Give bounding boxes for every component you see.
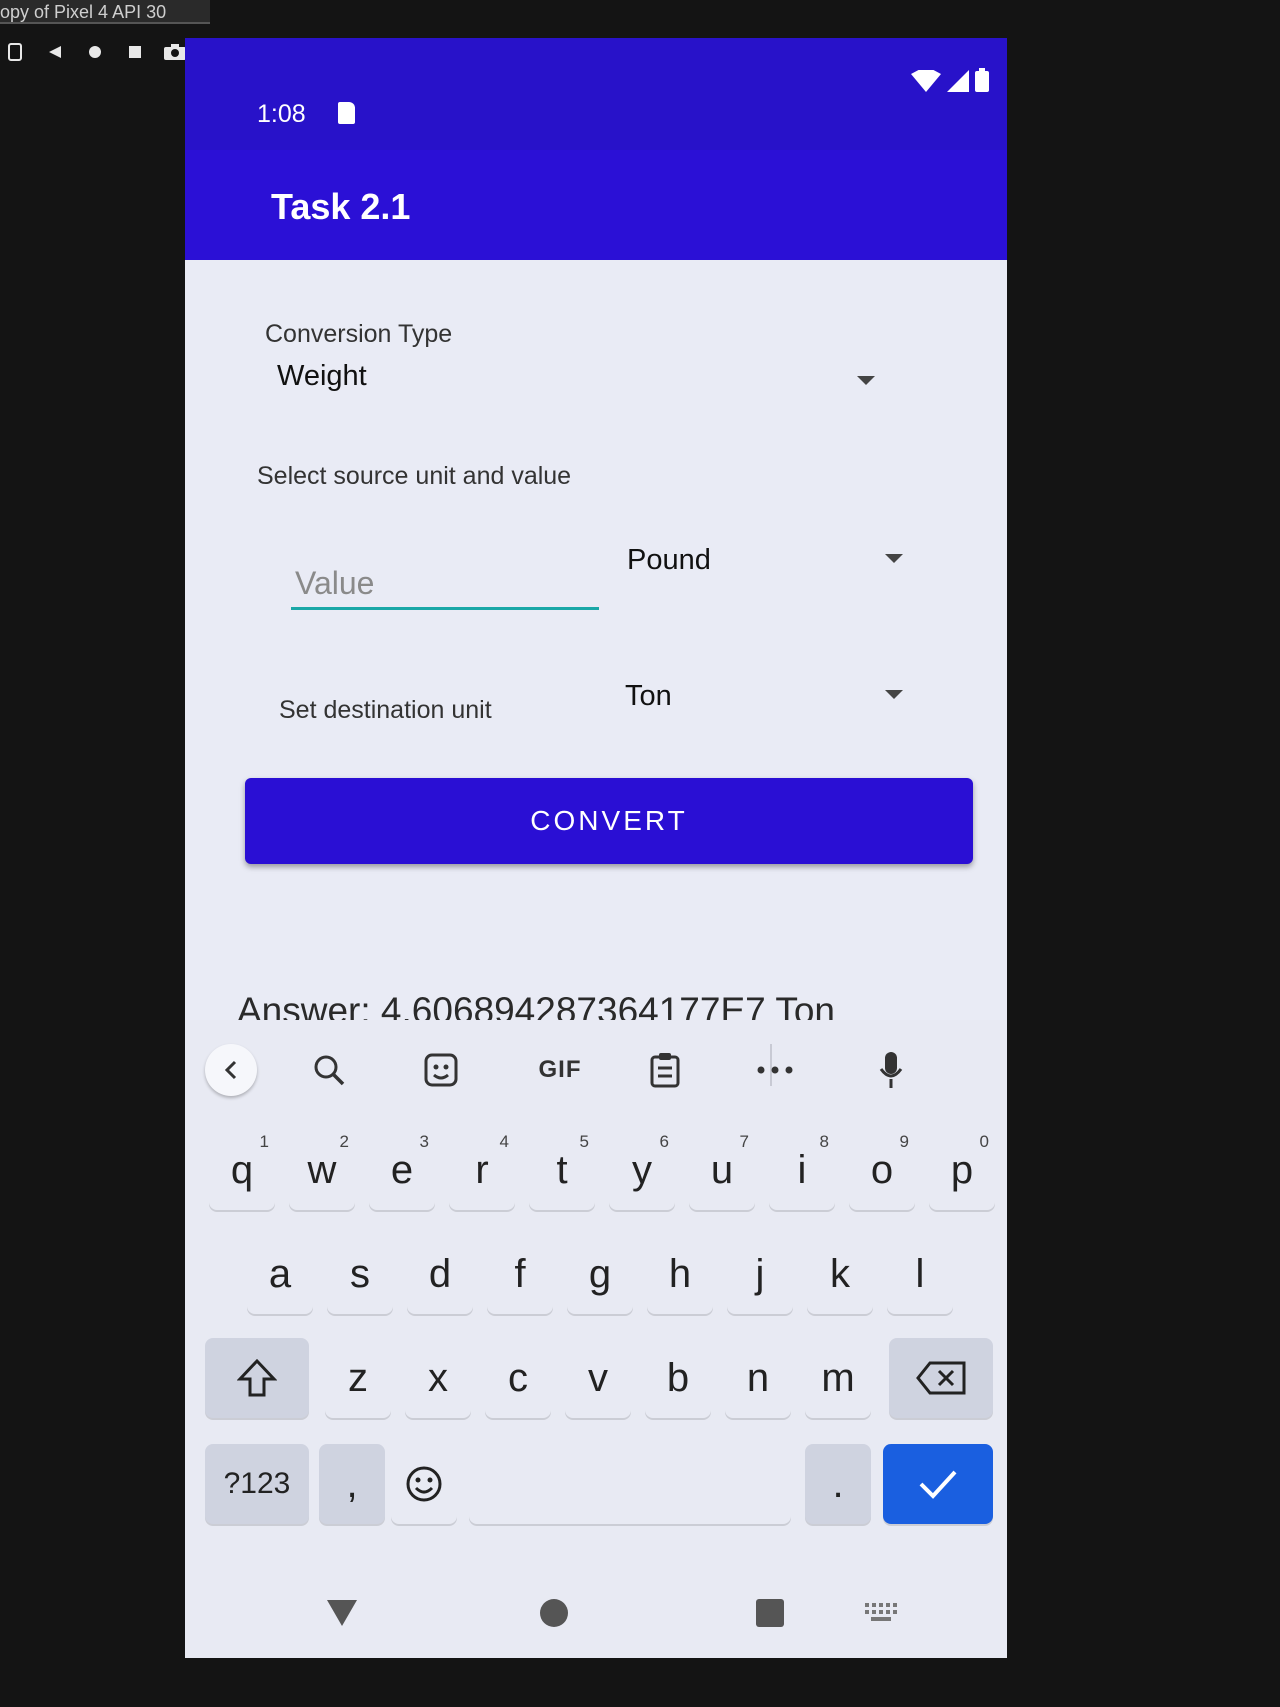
destination-unit-select[interactable]: Ton xyxy=(625,680,672,713)
key-n[interactable]: n xyxy=(725,1338,791,1418)
key-f[interactable]: f xyxy=(487,1234,553,1314)
key-label: w xyxy=(307,1147,337,1192)
key-k[interactable]: k xyxy=(807,1234,873,1314)
space-key[interactable] xyxy=(469,1444,791,1524)
key-q[interactable]: q1 xyxy=(209,1130,275,1210)
symbols-key[interactable]: ?123 xyxy=(205,1444,309,1524)
key-h[interactable]: h xyxy=(647,1234,713,1314)
key-x[interactable]: x xyxy=(405,1338,471,1418)
key-l[interactable]: l xyxy=(887,1234,953,1314)
key-hint: 9 xyxy=(899,1132,909,1151)
key-label: r xyxy=(475,1147,489,1192)
shift-icon xyxy=(237,1358,277,1397)
power-icon[interactable] xyxy=(2,39,28,65)
key-hint: 5 xyxy=(579,1132,589,1151)
phone-screen: 1:08 Task 2.1 Conversion Type Weight Sel… xyxy=(185,38,1007,1658)
backspace-icon xyxy=(916,1361,966,1395)
emulator-title: opy of Pixel 4 API 30 xyxy=(0,0,210,24)
key-label: u xyxy=(710,1147,734,1192)
signal-icon xyxy=(947,70,969,92)
key-hint: 0 xyxy=(979,1132,989,1151)
key-a[interactable]: a xyxy=(247,1234,313,1314)
backspace-key[interactable] xyxy=(889,1338,993,1418)
source-label: Select source unit and value xyxy=(257,462,572,490)
conversion-type-dropdown-icon[interactable] xyxy=(857,376,875,385)
status-time: 1:08 xyxy=(257,100,306,128)
key-hint: 4 xyxy=(499,1132,509,1151)
conversion-type-value[interactable]: Weight xyxy=(277,360,367,393)
sticker-icon[interactable] xyxy=(415,1044,467,1096)
key-j[interactable]: j xyxy=(727,1234,793,1314)
key-m[interactable]: m xyxy=(805,1338,871,1418)
key-hint: 6 xyxy=(659,1132,669,1151)
clipboard-icon[interactable] xyxy=(639,1044,691,1096)
source-unit-select[interactable]: Pound xyxy=(627,544,711,577)
key-p[interactable]: p0 xyxy=(929,1130,995,1210)
key-c[interactable]: c xyxy=(485,1338,551,1418)
sd-card-icon xyxy=(338,102,355,124)
source-unit-dropdown-icon[interactable] xyxy=(885,554,903,563)
emoji-key[interactable] xyxy=(391,1444,457,1524)
nav-home-icon[interactable] xyxy=(539,1598,569,1628)
key-label: q xyxy=(230,1147,254,1192)
wifi-icon xyxy=(911,70,941,92)
key-e[interactable]: e3 xyxy=(369,1130,435,1210)
mic-icon[interactable] xyxy=(865,1044,917,1096)
shift-key[interactable] xyxy=(205,1338,309,1418)
key-label: p xyxy=(950,1147,974,1192)
key-label: o xyxy=(870,1147,894,1192)
key-g[interactable]: g xyxy=(567,1234,633,1314)
destination-label: Set destination unit xyxy=(279,696,492,724)
value-input[interactable] xyxy=(291,560,599,610)
key-u[interactable]: u7 xyxy=(689,1130,755,1210)
check-icon xyxy=(919,1470,957,1499)
overview-icon[interactable] xyxy=(122,39,148,65)
nav-back-icon[interactable] xyxy=(325,1598,359,1628)
app-bar: Task 2.1 xyxy=(185,150,1007,260)
key-hint: 7 xyxy=(739,1132,749,1151)
keyboard-back-icon[interactable] xyxy=(205,1044,257,1096)
key-label: y xyxy=(632,1147,652,1192)
key-i[interactable]: i8 xyxy=(769,1130,835,1210)
key-hint: 1 xyxy=(259,1132,269,1151)
status-bar: 1:08 xyxy=(185,38,1007,150)
gif-button[interactable]: GIF xyxy=(525,1044,595,1096)
key-v[interactable]: v xyxy=(565,1338,631,1418)
key-o[interactable]: o9 xyxy=(849,1130,915,1210)
search-icon[interactable] xyxy=(303,1044,355,1096)
back-icon[interactable] xyxy=(42,39,68,65)
converter-form: Conversion Type Weight Select source uni… xyxy=(185,260,1007,1031)
nav-recents-icon[interactable] xyxy=(755,1598,785,1628)
app-title: Task 2.1 xyxy=(271,186,411,227)
conversion-type-label: Conversion Type xyxy=(265,320,453,348)
key-hint: 3 xyxy=(419,1132,429,1151)
key-t[interactable]: t5 xyxy=(529,1130,595,1210)
key-w[interactable]: w2 xyxy=(289,1130,355,1210)
convert-button[interactable]: CONVERT xyxy=(245,778,973,864)
key-r[interactable]: r4 xyxy=(449,1130,515,1210)
suggestion-strip: GIF xyxy=(185,1020,1007,1120)
key-y[interactable]: y6 xyxy=(609,1130,675,1210)
keyboard-switch-icon[interactable] xyxy=(865,1603,897,1623)
key-d[interactable]: d xyxy=(407,1234,473,1314)
key-b[interactable]: b xyxy=(645,1338,711,1418)
emoji-icon xyxy=(406,1466,442,1502)
destination-unit-dropdown-icon[interactable] xyxy=(885,690,903,699)
more-icon[interactable] xyxy=(749,1044,801,1096)
navigation-bar xyxy=(185,1553,1007,1658)
status-icons xyxy=(911,68,989,92)
battery-icon xyxy=(975,68,989,92)
key-hint: 8 xyxy=(819,1132,829,1151)
done-key[interactable] xyxy=(883,1444,993,1524)
key-s[interactable]: s xyxy=(327,1234,393,1314)
comma-key[interactable]: , xyxy=(319,1444,385,1524)
key-label: e xyxy=(390,1147,414,1192)
home-icon[interactable] xyxy=(82,39,108,65)
key-hint: 2 xyxy=(339,1132,349,1151)
key-label: t xyxy=(556,1147,568,1192)
period-key[interactable]: . xyxy=(805,1444,871,1524)
key-label: i xyxy=(797,1147,807,1192)
key-z[interactable]: z xyxy=(325,1338,391,1418)
